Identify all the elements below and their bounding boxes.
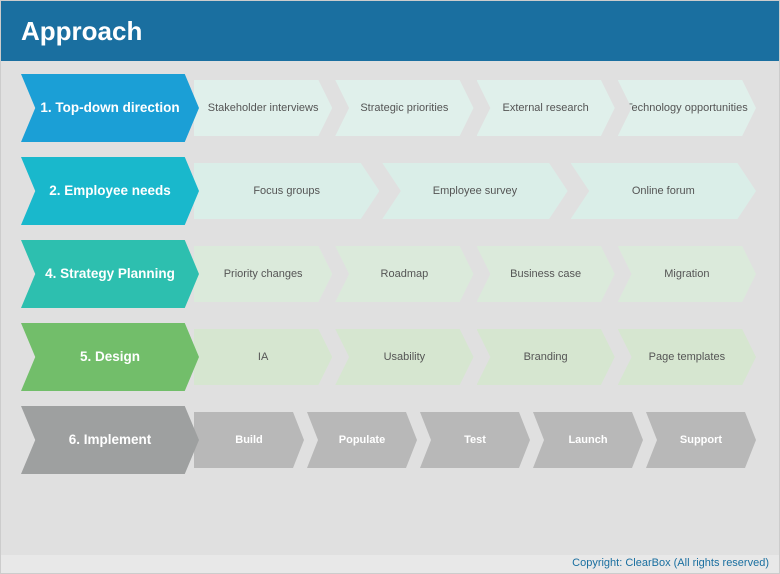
phase-item: External research	[477, 80, 615, 136]
phase-item: Branding	[477, 329, 615, 385]
phase-item: Technology opportunities	[618, 80, 756, 136]
phase-items-row2: Focus groupsEmployee surveyOnline forum	[194, 161, 759, 221]
slide-title: Approach	[21, 16, 142, 47]
phase-item: Page templates	[618, 329, 756, 385]
approach-row-row1: 1. Top-down directionStakeholder intervi…	[21, 69, 759, 147]
approach-row-row3: 4. Strategy PlanningPriority changesRoad…	[21, 235, 759, 313]
phase-item: Employee survey	[382, 163, 567, 219]
phase-item: Roadmap	[335, 246, 473, 302]
phase-items-row4: IAUsabilityBrandingPage templates	[194, 327, 759, 387]
phase-label-row2: 2. Employee needs	[21, 157, 199, 225]
phase-item: Business case	[477, 246, 615, 302]
phase-label-row4: 5. Design	[21, 323, 199, 391]
phase-items-row5: BuildPopulateTestLaunchSupport	[194, 410, 759, 470]
phase-label-row5: 6. Implement	[21, 406, 199, 474]
phase-item: Strategic priorities	[335, 80, 473, 136]
phase-items-row3: Priority changesRoadmapBusiness caseMigr…	[194, 244, 759, 304]
slide-body: 1. Top-down directionStakeholder intervi…	[1, 61, 779, 555]
phase-item: Migration	[618, 246, 756, 302]
phase-item: Support	[646, 412, 756, 468]
phase-label-row1: 1. Top-down direction	[21, 74, 199, 142]
phase-item: Online forum	[571, 163, 756, 219]
phase-item: Populate	[307, 412, 417, 468]
phase-item: Focus groups	[194, 163, 379, 219]
approach-row-row2: 2. Employee needsFocus groupsEmployee su…	[21, 152, 759, 230]
phase-item: IA	[194, 329, 332, 385]
slide-wrapper: Approach 1. Top-down directionStakeholde…	[0, 0, 780, 574]
copyright: Copyright: ClearBox (All rights reserved…	[1, 555, 779, 573]
phase-item: Priority changes	[194, 246, 332, 302]
phase-label-row3: 4. Strategy Planning	[21, 240, 199, 308]
phase-items-row1: Stakeholder interviewsStrategic prioriti…	[194, 78, 759, 138]
phase-item: Stakeholder interviews	[194, 80, 332, 136]
title-bar: Approach	[1, 1, 779, 61]
approach-row-row5: 6. ImplementBuildPopulateTestLaunchSuppo…	[21, 401, 759, 479]
phase-item: Test	[420, 412, 530, 468]
phase-item: Launch	[533, 412, 643, 468]
phase-item: Build	[194, 412, 304, 468]
phase-item: Usability	[335, 329, 473, 385]
approach-row-row4: 5. DesignIAUsabilityBrandingPage templat…	[21, 318, 759, 396]
